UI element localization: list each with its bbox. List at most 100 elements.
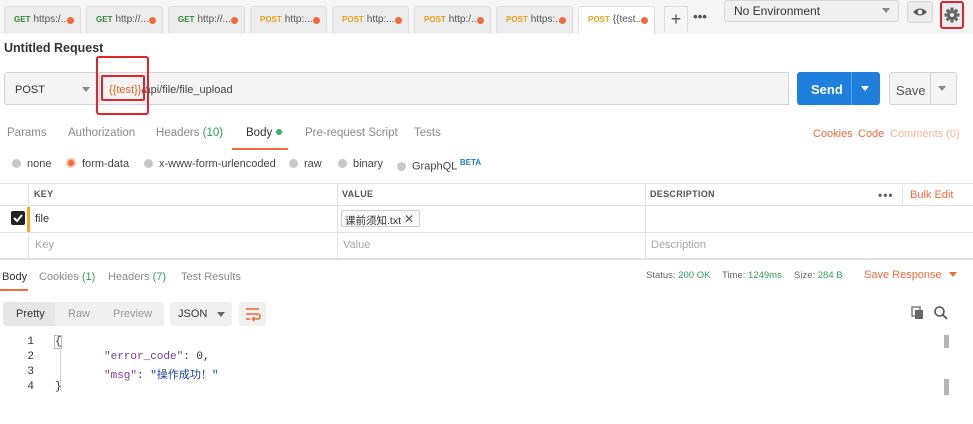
body-type-binary[interactable]: binary xyxy=(338,158,383,170)
unsaved-dot-icon xyxy=(231,17,238,24)
tab-authorization[interactable]: Authorization xyxy=(68,127,135,139)
search-icon[interactable] xyxy=(933,305,949,321)
save-button[interactable]: Save xyxy=(889,72,957,105)
close-icon[interactable]: ✕ xyxy=(404,212,414,226)
row-divider xyxy=(0,232,973,233)
request-tab[interactable]: POST http:/... xyxy=(414,6,491,33)
save-label: Save xyxy=(896,83,926,98)
tab-method: POST xyxy=(424,15,446,24)
description-placeholder[interactable]: Description xyxy=(651,239,706,251)
line-number: 4 xyxy=(27,381,34,393)
scrollbar-thumb[interactable] xyxy=(944,335,949,348)
request-tab[interactable]: POST http:... xyxy=(332,6,409,33)
format-pretty[interactable]: Pretty xyxy=(16,308,45,320)
request-tab-bar: GET https:/... GET http://... GET http://..… xyxy=(0,0,973,34)
column-divider xyxy=(337,183,338,259)
tab-method: POST xyxy=(342,15,364,24)
wrap-icon xyxy=(246,308,261,322)
url-input[interactable]: {{test}}/api/file/file_upload xyxy=(99,72,789,105)
tab-tests[interactable]: Tests xyxy=(414,127,441,139)
more-options-icon[interactable]: ••• xyxy=(878,188,894,202)
tab-pre-request-script[interactable]: Pre-request Script xyxy=(305,127,398,139)
unsaved-dot-icon xyxy=(149,17,156,24)
tab-method: POST xyxy=(260,15,282,24)
request-tab[interactable]: POST http:... xyxy=(250,6,327,33)
environment-quick-look-button[interactable] xyxy=(907,1,933,23)
tab-headers[interactable]: Headers (10) xyxy=(156,127,223,139)
body-type-none[interactable]: none xyxy=(12,158,51,170)
body-type-graphql[interactable]: GraphQL BETA xyxy=(397,158,481,173)
tab-method: POST xyxy=(506,15,528,24)
scrollbar-thumb[interactable] xyxy=(944,379,949,395)
key-placeholder[interactable]: Key xyxy=(35,239,54,251)
code-line: } xyxy=(55,381,62,393)
save-response-button[interactable]: Save Response xyxy=(864,269,957,281)
comments-link[interactable]: Comments (0) xyxy=(890,128,960,140)
request-title[interactable]: Untitled Request xyxy=(4,41,103,55)
chevron-down-icon[interactable] xyxy=(861,86,869,91)
json-value: 0 xyxy=(196,351,204,363)
file-chip[interactable]: 课前须知.txt ✕ xyxy=(341,210,420,227)
tab-method: GET xyxy=(96,15,113,24)
request-tab[interactable]: GET http://... xyxy=(168,6,245,33)
body-type-urlencoded[interactable]: x-www-form-urlencoded xyxy=(144,158,276,170)
radio-icon xyxy=(397,161,406,171)
value-placeholder[interactable]: Value xyxy=(343,239,370,251)
request-tab[interactable]: POST https:... xyxy=(496,6,573,33)
status-label: Status: xyxy=(646,270,676,281)
send-button[interactable]: Send xyxy=(797,72,880,105)
format-raw[interactable]: Raw xyxy=(68,308,90,320)
status-dot-icon xyxy=(276,129,283,135)
response-tab-cookies[interactable]: Cookies (1) xyxy=(39,271,95,283)
request-tab-active[interactable]: POST {{test... xyxy=(578,6,655,34)
save-response-label: Save Response xyxy=(864,269,942,281)
json-key: "msg" xyxy=(104,370,138,382)
code-line: { xyxy=(55,336,62,348)
response-tab-headers[interactable]: Headers (7) xyxy=(108,271,166,283)
response-tab-body[interactable]: Body xyxy=(2,271,27,283)
language-select[interactable]: JSON xyxy=(170,302,232,326)
divider xyxy=(851,72,852,105)
tab-url: https:/... xyxy=(33,14,70,25)
cookies-count: (1) xyxy=(81,271,96,283)
tab-body[interactable]: Body xyxy=(246,127,283,139)
language-label: JSON xyxy=(178,308,208,320)
response-time[interactable]: Time: 1249ms xyxy=(722,270,782,281)
tab-more-icon[interactable]: ••• xyxy=(688,6,712,32)
environment-select[interactable]: No Environment xyxy=(724,0,899,22)
body-type-label: raw xyxy=(304,158,322,170)
method-select[interactable]: POST xyxy=(4,72,100,105)
tab-params[interactable]: Params xyxy=(7,127,47,139)
cookies-link[interactable]: Cookies xyxy=(813,128,853,140)
code-link[interactable]: Code xyxy=(858,128,884,140)
settings-button[interactable] xyxy=(940,1,964,29)
param-enabled-checkbox[interactable] xyxy=(11,211,25,225)
response-size[interactable]: Size: 284 B xyxy=(794,270,843,281)
format-preview[interactable]: Preview xyxy=(113,308,152,320)
bulk-edit-link[interactable]: Bulk Edit xyxy=(910,189,953,201)
response-tab-test-results[interactable]: Test Results xyxy=(181,271,241,283)
code-line: "error_code": 0, xyxy=(104,351,210,363)
body-type-raw[interactable]: raw xyxy=(289,158,322,170)
column-header-key: KEY xyxy=(34,189,54,199)
wrap-lines-button[interactable] xyxy=(239,302,266,326)
code-line: "msg": "操作成功！" xyxy=(104,370,219,382)
body-type-form-data[interactable]: form-data xyxy=(66,158,129,170)
request-tab[interactable]: GET https:/... xyxy=(4,6,81,33)
tab-url: http://... xyxy=(197,14,231,25)
response-status: Status: 200 OK xyxy=(646,270,710,281)
request-tab[interactable]: GET http://... xyxy=(86,6,163,33)
unsaved-dot-icon xyxy=(395,17,402,24)
body-type-label: binary xyxy=(353,158,383,170)
param-key[interactable]: file xyxy=(35,213,49,225)
chevron-down-icon[interactable] xyxy=(938,86,946,91)
copy-icon[interactable] xyxy=(910,305,926,321)
new-tab-plus-icon[interactable]: + xyxy=(664,6,688,32)
radio-selected-icon xyxy=(66,158,76,168)
line-number: 3 xyxy=(27,366,34,378)
eye-icon xyxy=(913,8,927,16)
body-type-label: GraphQL xyxy=(412,160,457,173)
chevron-down-icon xyxy=(82,87,90,92)
radio-icon xyxy=(12,159,21,168)
section-divider xyxy=(0,259,973,260)
